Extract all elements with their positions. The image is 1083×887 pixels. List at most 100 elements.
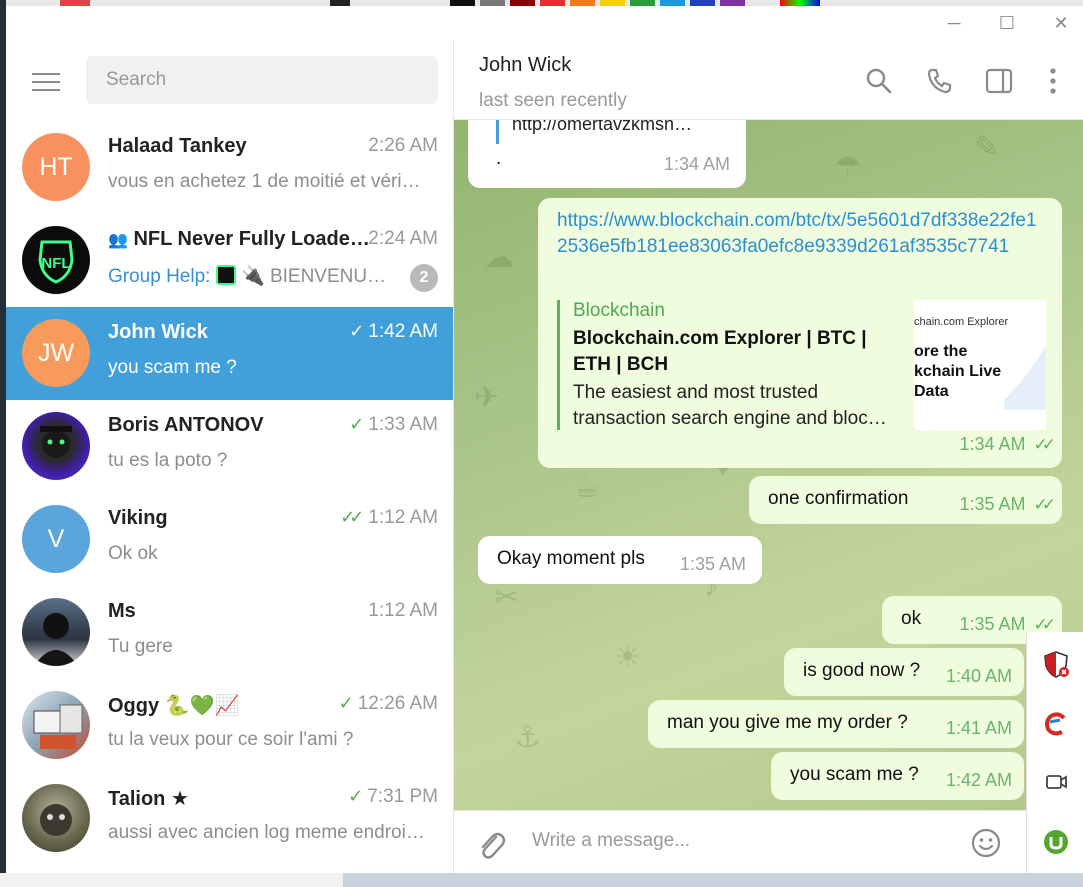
chat-time: ✓ 12:26 AM [338, 693, 438, 714]
chat-header: John Wick last seen recently [454, 40, 1083, 120]
message-time: 1:40 AM [945, 666, 1012, 686]
chat-item-john-wick[interactable]: JW John Wick ✓ 1:42 AM you scam me ? [6, 307, 453, 400]
utorrent-icon[interactable] [1042, 828, 1070, 856]
message-link[interactable]: https://www.blockchain.com/btc/tx/5e5601… [557, 208, 1041, 260]
preview-description: The easiest and most trusted transaction… [573, 382, 887, 429]
chat-preview: Group Help: 🔌 BIENVENU… [108, 265, 387, 287]
chat-name: Boris ANTONOV [108, 414, 264, 436]
chat-preview: aussi avec ancien log meme endroi… [108, 822, 425, 843]
preview-title: Blockchain.com Explorer | BTC | ETH | BC… [573, 328, 867, 375]
chat-name: Halaad Tankey [108, 135, 247, 157]
preview-bar [557, 300, 560, 430]
chat-name: Viking [108, 507, 168, 529]
outgoing-message[interactable]: you scam me ? 1:42 AM [771, 752, 1024, 800]
chart-thumbnail-icon [1004, 346, 1046, 410]
chat-name: John Wick [108, 321, 208, 343]
message-time: 1:35 AM [679, 554, 746, 574]
security-shield-icon[interactable] [1042, 650, 1070, 678]
chat-name: Ms [108, 600, 136, 622]
message-time: 1:35 AM ✓✓ [959, 494, 1056, 514]
chat-name: Talion ★ [108, 788, 189, 810]
chat-time: 1:12 AM [368, 600, 438, 621]
chat-preview: vous en achetez 1 de moitié et véri… [108, 171, 421, 192]
chat-item-boris-antonov[interactable]: Boris ANTONOV ✓ 1:33 AM tu es la poto ? [6, 400, 453, 493]
read-check-icon: ✓ [349, 321, 365, 341]
chat-item-ms[interactable]: Ms 1:12 AM Tu gere [6, 586, 453, 679]
chat-preview: tu es la poto ? [108, 450, 228, 471]
phone-icon[interactable] [925, 66, 955, 96]
message-time: 1:42 AM [945, 770, 1012, 790]
chat-name: 👥 NFL Never Fully Loade… [108, 228, 370, 250]
outgoing-link-message[interactable]: https://www.blockchain.com/btc/tx/5e5601… [538, 198, 1062, 468]
sidebar-toggle-icon[interactable] [984, 66, 1014, 96]
message-area[interactable]: ✿ ☂ ✎ ☁ ✈ ☕ ♥ ✂ ☀ ⚓ ♪ ✉ http://omertavzk… [454, 120, 1083, 810]
preview-site: Blockchain [573, 300, 665, 321]
avatar: JW [22, 319, 90, 387]
chat-time: 2:26 AM [368, 135, 438, 156]
chat-preview: you scam me ? [108, 357, 237, 378]
double-check-icon: ✓✓ [340, 507, 364, 527]
message-time: 1:41 AM [945, 718, 1012, 738]
avatar [22, 598, 90, 666]
chat-time: ✓ 1:33 AM [349, 414, 438, 435]
search-input[interactable] [86, 56, 438, 104]
incoming-message[interactable]: http://omertavzkmsn… . 1:34 AM [468, 120, 746, 188]
contact-name[interactable]: John Wick [479, 54, 571, 77]
chat-item-nfl[interactable]: NFL 👥 NFL Never Fully Loade… 2:24 AM Gro… [6, 214, 453, 307]
minimize-button[interactable]: ─ [936, 10, 972, 36]
maximize-button[interactable]: ☐ [989, 10, 1025, 36]
conversation-panel: John Wick last seen recently ✿ ☂ ✎ ☁ ✈ ☕… [454, 40, 1083, 873]
read-check-icon: ✓✓ [1033, 495, 1056, 514]
chat-item-viking[interactable]: V Viking ✓✓ 1:12 AM Ok ok [6, 493, 453, 586]
chat-time: 2:24 AM [368, 228, 438, 249]
sent-check-icon: ✓ [349, 414, 365, 434]
avatar: V [22, 505, 90, 573]
system-tray-overflow [1026, 632, 1083, 873]
message-time: 1:34 AM [663, 154, 730, 174]
chat-item-halaad-tankey[interactable]: HT Halaad Tankey 2:26 AM vous en achetez… [6, 121, 453, 214]
chat-preview: tu la veux pour ce soir l'ami ? [108, 729, 354, 750]
sent-check-icon: ✓ [338, 693, 354, 713]
chat-item-oggy[interactable]: Oggy 🐍💚📈 ✓ 12:26 AM tu la veux pour ce so… [6, 679, 453, 772]
outgoing-message[interactable]: one confirmation 1:35 AM ✓✓ [749, 476, 1062, 524]
group-icon: 👥 [108, 232, 128, 249]
preview-image[interactable]: chain.com Explorer ore the kchain Live D… [914, 300, 1046, 430]
chat-item-talion[interactable]: Talion ★ ✓ 7:31 PM aussi avec ancien log … [6, 772, 453, 865]
telegram-window: ─ ☐ ✕ HT Halaad Tankey 2:26 AM vous en a… [6, 6, 1083, 873]
chat-name: Oggy 🐍💚📈 [108, 695, 240, 717]
avatar: NFL [22, 226, 90, 294]
chat-list-panel: HT Halaad Tankey 2:26 AM vous en achetez… [6, 40, 454, 873]
avatar [22, 412, 90, 480]
avatar [22, 691, 90, 759]
emoji-icon[interactable] [970, 827, 1002, 859]
hamburger-menu-icon[interactable] [32, 73, 60, 93]
message-input[interactable] [532, 821, 932, 861]
ccleaner-icon[interactable] [1042, 710, 1070, 738]
reply-bar [496, 120, 499, 144]
more-options-icon[interactable] [1043, 66, 1063, 96]
camera-app-icon[interactable] [1042, 768, 1070, 796]
outgoing-message[interactable]: man you give me my order ? 1:41 AM [648, 700, 1024, 748]
nfl-mini-icon [215, 265, 236, 285]
avatar [22, 784, 90, 852]
chat-preview: Tu gere [108, 636, 173, 657]
contact-status: last seen recently [479, 90, 627, 111]
attach-icon[interactable] [476, 829, 506, 861]
title-bar: ─ ☐ ✕ [6, 6, 1083, 40]
read-check-icon: ✓✓ [1033, 435, 1056, 454]
sent-check-icon: ✓ [348, 786, 364, 806]
chat-time: ✓ 7:31 PM [348, 786, 438, 807]
message-composer [454, 810, 1083, 873]
nfl-logo-text: NFL [41, 255, 70, 272]
outgoing-message[interactable]: is good now ? 1:40 AM [784, 648, 1024, 696]
search-icon[interactable] [864, 66, 894, 96]
message-time: 1:34 AM ✓✓ [959, 434, 1056, 454]
taskbar-left [0, 873, 343, 887]
incoming-message[interactable]: Okay moment pls 1:35 AM [478, 536, 762, 584]
avatar: HT [22, 133, 90, 201]
chat-time: ✓ 1:42 AM [349, 321, 438, 342]
chat-time: ✓✓ 1:12 AM [340, 507, 438, 528]
unread-badge: 2 [410, 264, 438, 292]
close-button[interactable]: ✕ [1043, 10, 1079, 36]
chat-preview: Ok ok [108, 543, 158, 564]
